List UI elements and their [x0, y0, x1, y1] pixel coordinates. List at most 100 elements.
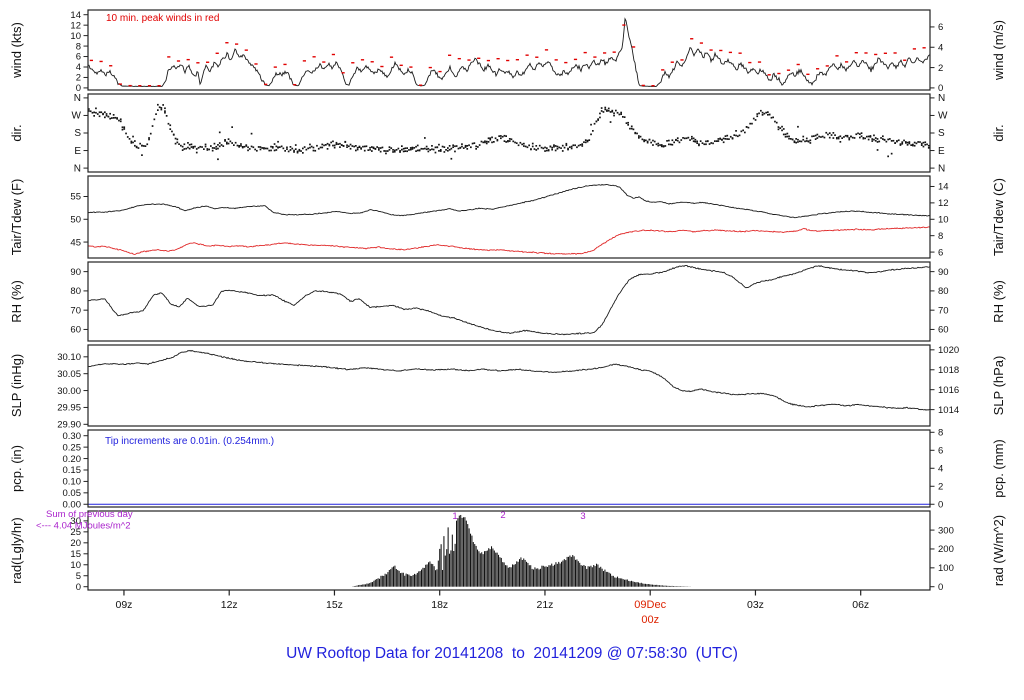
- series-wind-direction-dot: [263, 147, 265, 150]
- series-wind-direction-dot: [434, 146, 437, 149]
- uw-rooftop-meteogram: 0 2 4 6 8 10 12 14 0 2 4 6 wind (kts) wind (m/s) 10 mi…: [0, 0, 1024, 700]
- series-wind-direction-dot: [213, 142, 216, 145]
- series-solar-radiation-bar: [611, 575, 613, 587]
- series-wind-direction-dot: [721, 138, 723, 141]
- series-wind-direction-dot: [149, 132, 152, 135]
- series-wind-direction-dot: [922, 141, 925, 144]
- series-wind-direction-dot: [701, 142, 704, 144]
- series-peak-wind-mark: [419, 84, 423, 86]
- series-solar-radiation-bar: [594, 566, 596, 587]
- series-solar-radiation-bar: [493, 550, 495, 587]
- right-tick-label-rad: 300: [938, 525, 954, 536]
- series-solar-radiation-bar: [576, 559, 578, 587]
- series-wind-direction-dot: [648, 138, 651, 141]
- series-wind-direction-dot: [268, 149, 271, 152]
- series-solar-radiation-bar: [453, 551, 455, 587]
- series-wind-direction-dot: [735, 134, 737, 137]
- series-wind-direction-dot: [859, 133, 861, 135]
- series-wind-direction-dot: [411, 146, 414, 149]
- series-wind-direction-dot: [528, 144, 530, 147]
- series-wind-direction-dot: [609, 121, 612, 123]
- series-wind-direction-dot: [632, 128, 635, 131]
- series-wind-direction-dot: [706, 140, 709, 143]
- series-solar-radiation-bar: [425, 564, 427, 587]
- series-wind-direction-dot: [432, 148, 435, 151]
- series-peak-wind-mark: [283, 63, 287, 66]
- series-wind-direction-dot: [415, 150, 417, 152]
- series-solar-radiation-bar: [509, 567, 511, 587]
- series-wind-direction-dot: [507, 140, 509, 143]
- series-wind-direction-dot: [882, 138, 884, 140]
- series-wind-direction-dot: [323, 144, 325, 147]
- series-wind-direction-dot: [873, 138, 875, 141]
- series-wind-direction-dot: [374, 148, 377, 150]
- series-wind-direction-dot: [604, 108, 607, 111]
- right-tick-label-dir: W: [938, 111, 948, 122]
- left-axis-title-pcp: pcp. (in): [9, 445, 24, 492]
- series-wind-direction-dot: [383, 150, 385, 152]
- left-tick-label-rh: 60: [70, 325, 81, 336]
- series-solar-radiation-bar: [656, 584, 658, 587]
- series-solar-radiation-bar: [449, 553, 451, 587]
- series-solar-radiation-bar: [358, 585, 360, 587]
- series-wind-direction-dot: [401, 148, 403, 151]
- series-wind-direction-dot: [830, 134, 833, 136]
- series-wind-direction-dot: [676, 137, 679, 139]
- series-solar-radiation-bar: [638, 582, 640, 587]
- series-wind-direction-dot: [452, 144, 454, 147]
- series-wind-direction-dot: [611, 110, 614, 113]
- series-wind-direction-dot: [910, 144, 912, 146]
- series-wind-direction-dot: [692, 137, 695, 140]
- series-peak-wind-mark: [835, 55, 839, 57]
- right-tick-label-slp: 1020: [938, 345, 959, 356]
- series-wind-direction-dot: [553, 144, 555, 146]
- series-wind-direction-dot: [404, 150, 407, 152]
- series-solar-radiation-bar: [551, 563, 553, 587]
- series-wind-direction-dot: [873, 134, 875, 137]
- series-wind-direction-dot: [581, 145, 584, 147]
- series-wind-direction-dot: [652, 144, 654, 146]
- series-wind-direction-dot: [692, 140, 695, 143]
- series-wind-direction-dot: [744, 131, 746, 134]
- series-wind-direction-dot: [717, 140, 720, 142]
- series-solar-radiation-bar: [468, 528, 470, 587]
- series-solar-radiation-bar: [492, 548, 494, 587]
- series-solar-radiation-bar: [461, 517, 463, 587]
- series-wind-direction-dot: [241, 146, 244, 149]
- series-wind-direction-dot: [595, 120, 598, 123]
- series-sea-level-pressure: [87, 349, 931, 411]
- series-wind-direction-dot: [813, 135, 815, 137]
- series-solar-radiation-bar: [542, 565, 544, 587]
- series-wind-direction-dot: [878, 140, 881, 143]
- series-wind-direction-dot: [164, 107, 166, 110]
- series-wind-direction-dot: [882, 135, 884, 138]
- series-wind-direction-dot: [563, 146, 566, 149]
- series-wind-direction-dot: [804, 140, 806, 143]
- series-wind-direction-dot: [500, 135, 502, 137]
- right-tick-label-pcp: 0: [938, 499, 943, 510]
- series-wind-direction-dot: [194, 145, 196, 148]
- series-wind-direction-dot: [848, 138, 851, 141]
- series-peak-wind-mark: [515, 59, 519, 61]
- series-wind-direction-dot: [289, 146, 292, 148]
- series-wind-direction-dot: [363, 145, 366, 148]
- series-wind-direction-dot: [282, 147, 285, 150]
- series-wind-direction-dot: [683, 137, 686, 140]
- series-wind-direction-dot: [917, 141, 919, 143]
- series-wind-direction-dot: [797, 138, 799, 141]
- series-wind-direction-dot: [729, 135, 732, 138]
- series-solar-radiation-bar: [526, 561, 528, 587]
- series-wind-direction-dot: [892, 139, 895, 142]
- series-solar-radiation-bar: [498, 554, 500, 587]
- series-wind-direction-dot: [294, 148, 297, 150]
- series-peak-wind-mark: [138, 85, 142, 87]
- series-solar-radiation-bar: [519, 559, 521, 587]
- series-wind-direction-dot: [399, 151, 401, 153]
- series-wind-direction-dot: [169, 124, 172, 127]
- series-wind-direction-dot: [358, 146, 361, 148]
- series-solar-radiation-bar: [365, 584, 367, 587]
- series-wind-direction-dot: [542, 147, 545, 150]
- series-solar-radiation-bar: [675, 586, 677, 587]
- series-wind-direction-dot: [132, 135, 134, 138]
- series-solar-radiation-bar: [605, 571, 607, 587]
